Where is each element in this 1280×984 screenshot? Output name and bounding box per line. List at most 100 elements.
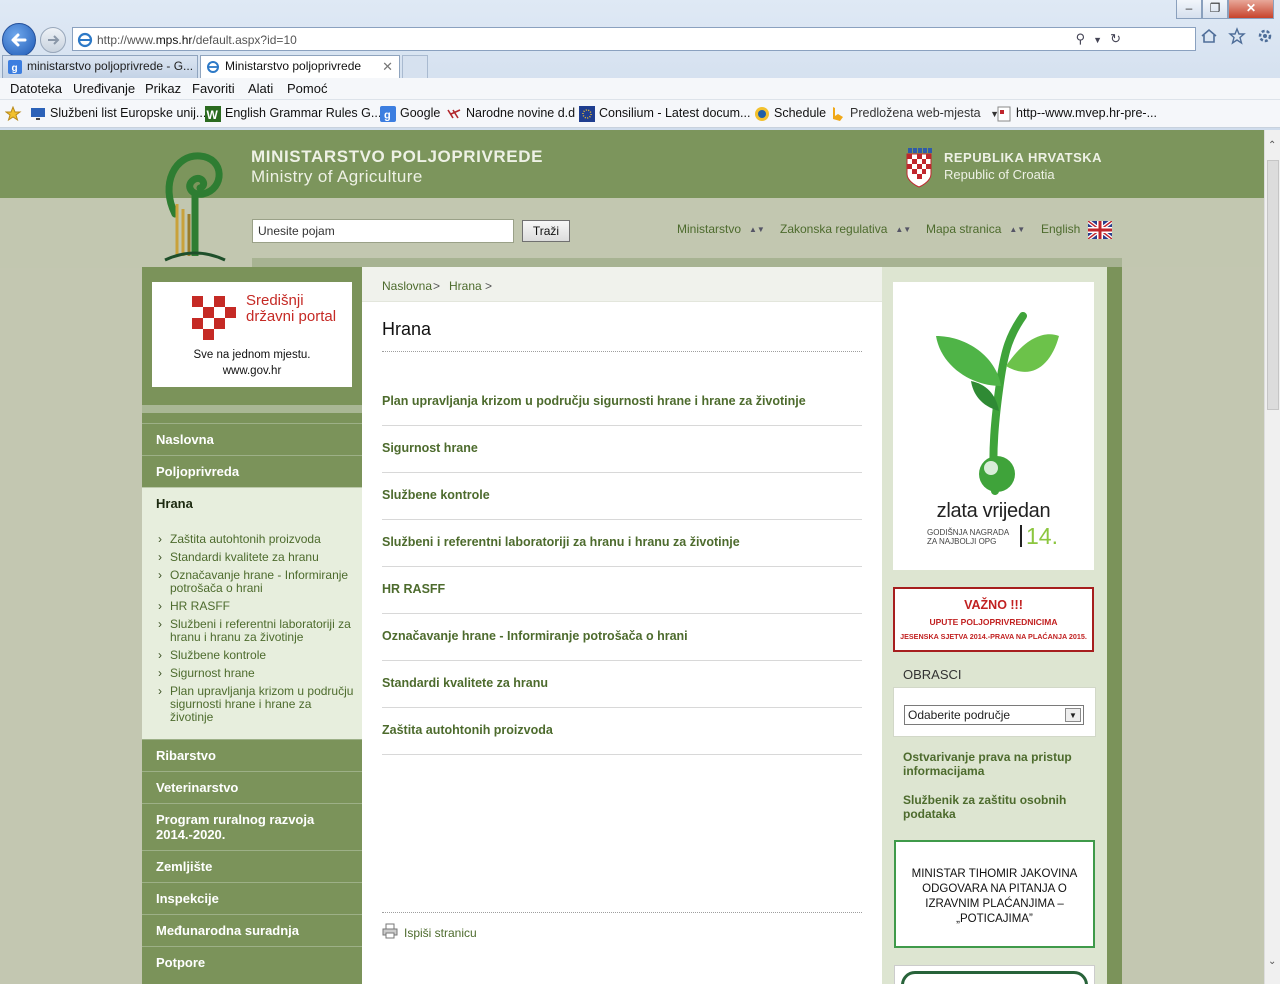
tab-google-search[interactable]: g ministarstvo poljoprivrede - G... (2, 55, 198, 78)
access-to-information-link[interactable]: Ostvarivanje prava na pristup informacij… (903, 750, 1093, 778)
search-icon[interactable]: ⚲ (1076, 31, 1086, 49)
award-banner[interactable]: zlata vrijedan GODIŠNJA NAGRADA ZA NAJBO… (893, 282, 1094, 570)
favorites-star-add-icon[interactable] (5, 106, 23, 122)
sidebar-divider (142, 405, 362, 413)
nn-logo-icon (447, 109, 461, 119)
fav-narodne-novine[interactable]: Narodne novine d.d (446, 106, 575, 120)
maximize-button[interactable]: ❐ (1202, 0, 1228, 19)
sprout-icon (936, 312, 1059, 495)
close-tab-icon[interactable]: ✕ (382, 56, 393, 77)
menu-edit[interactable]: Uređivanje (73, 81, 135, 96)
subnav-item[interactable]: Označavanje hrane - Informiranje potroša… (156, 569, 356, 595)
left-sidebar: Središnji državni portal Sve na jednom m… (142, 267, 362, 984)
subnav-item[interactable]: HR RASFF (156, 600, 356, 614)
subnav-item[interactable]: Zaštita autohtonih proizvoda (156, 533, 356, 547)
breadcrumb-current[interactable]: Hrana (449, 279, 482, 293)
fav-suggested-sites[interactable]: Predložena web-mjesta ▼ (830, 106, 999, 121)
vertical-scrollbar[interactable]: ⌃ ⌄ (1264, 130, 1280, 984)
site-search-input[interactable] (252, 219, 514, 243)
site-search-button[interactable]: Traži (522, 220, 570, 242)
uk-flag-icon[interactable] (1088, 221, 1112, 239)
scrollbar-thumb[interactable] (1267, 160, 1279, 410)
gear-icon[interactable] (1256, 27, 1274, 45)
article-link[interactable]: Službene kontrole (382, 473, 862, 520)
forms-area-select[interactable]: Odaberite područje ▼ (904, 705, 1084, 725)
partial-banner[interactable] (894, 965, 1095, 984)
chevron-down-icon: ▼ (1065, 708, 1081, 722)
sidebar-item-naslovna[interactable]: Naslovna (142, 423, 362, 455)
sidebar-item-medunarodna-suradnja[interactable]: Međunarodna suradnja (142, 914, 362, 946)
topnav-english[interactable]: English (1041, 222, 1080, 236)
partial-banner-frame (901, 971, 1088, 984)
article-link[interactable]: Plan upravljanja krizom u području sigur… (382, 379, 862, 426)
menu-tools[interactable]: Alati (248, 81, 273, 96)
minister-qa-banner[interactable]: MINISTAR TIHOMIR JAKOVINA ODGOVARA NA PI… (894, 840, 1095, 948)
close-window-button[interactable]: ✕ (1228, 0, 1274, 19)
menu-view[interactable]: Prikaz (145, 81, 181, 96)
tab-ministry-page[interactable]: Ministarstvo poljoprivrede ✕ (200, 55, 400, 78)
sidebar-item-potpore[interactable]: Potpore (142, 946, 362, 978)
refresh-icon[interactable]: ↻ (1110, 31, 1121, 49)
scroll-up-icon[interactable]: ⌃ (1268, 140, 1276, 151)
subnav-item[interactable]: Plan upravljanja krizom u području sigur… (156, 685, 356, 724)
fav-english-grammar[interactable]: W English Grammar Rules G... (205, 106, 381, 122)
article-link[interactable]: Označavanje hrane - Informiranje potroša… (382, 614, 862, 661)
sidebar-item-inspekcije[interactable]: Inspekcije (142, 882, 362, 914)
side-navigation: Naslovna Poljoprivreda Hrana Zaštita aut… (142, 423, 362, 978)
svg-text:W: W (207, 108, 219, 122)
fav-schedule[interactable]: Schedule (754, 106, 826, 121)
fav-eu-official-journal[interactable]: Službeni list Europske unij... (30, 106, 206, 120)
menu-favorites[interactable]: Favoriti (192, 81, 235, 96)
forward-button[interactable] (40, 27, 66, 53)
subnav-item[interactable]: Sigurnost hrane (156, 667, 356, 681)
menu-help[interactable]: Pomoć (287, 81, 327, 96)
subnav-item[interactable]: Službeni i referentni laboratoriji za hr… (156, 618, 356, 644)
w-logo-icon: W (205, 106, 221, 122)
favorites-star-icon[interactable] (1228, 27, 1246, 45)
dropdown-arrow-icon[interactable]: ▼ (1093, 31, 1102, 49)
sidebar-item-poljoprivreda[interactable]: Poljoprivreda (142, 455, 362, 487)
sidebar-item-hrana[interactable]: Hrana (142, 487, 362, 519)
minimize-button[interactable]: ‒ (1176, 0, 1202, 19)
google-icon: g (380, 106, 396, 122)
new-tab-button[interactable] (402, 55, 428, 78)
article-link[interactable]: Zaštita autohtonih proizvoda (382, 708, 862, 755)
menu-file[interactable]: Datoteka (10, 81, 62, 96)
article-link[interactable]: Sigurnost hrane (382, 426, 862, 473)
important-notice-banner[interactable]: VAŽNO !!! UPUTE POLJOPRIVREDNICIMA JESEN… (893, 587, 1094, 652)
sidebar-item-veterinarstvo[interactable]: Veterinarstvo (142, 771, 362, 803)
data-protection-officer-link[interactable]: Službenik za zaštitu osobnih podataka (903, 793, 1093, 821)
topnav-ministry[interactable]: Ministarstvo ▲▼ (677, 222, 765, 236)
fav-mvep[interactable]: http--www.mvep.hr-pre-... (996, 106, 1157, 122)
breadcrumb-separator: > (433, 279, 441, 293)
tab-label: Ministarstvo poljoprivrede (225, 59, 362, 73)
gov-portal-banner[interactable]: Središnji državni portal Sve na jednom m… (152, 282, 352, 387)
sidebar-item-ruralni-razvoj[interactable]: Program ruralnog razvoja 2014.-2020. (142, 803, 362, 850)
address-text[interactable]: http://www.mps.hr/default.aspx?id=10 (97, 33, 297, 47)
republic-title-english: Republic of Croatia (944, 167, 1055, 182)
address-bar[interactable]: http://www.mps.hr/default.aspx?id=10 ⚲ ▼… (72, 27, 1196, 51)
fav-google[interactable]: g Google (380, 106, 440, 122)
topnav-legislation[interactable]: Zakonska regulativa ▲▼ (780, 222, 911, 236)
article-link[interactable]: Standardi kvalitete za hranu (382, 661, 862, 708)
subnav-item[interactable]: Službene kontrole (156, 649, 356, 663)
page-viewport: MINISTARSTVO POLJOPRIVREDE Ministry of A… (0, 130, 1264, 984)
browser-chrome: ‒ ❐ ✕ http://www.mps.hr/default.aspx?id=… (0, 0, 1280, 130)
sidebar-item-zemljiste[interactable]: Zemljište (142, 850, 362, 882)
fav-consilium[interactable]: Consilium - Latest docum... (579, 106, 750, 122)
topnav-sitemap[interactable]: Mapa stranica ▲▼ (926, 222, 1025, 236)
back-button[interactable] (2, 23, 36, 57)
breadcrumb-home[interactable]: Naslovna (382, 279, 432, 293)
print-page-link[interactable]: Ispiši stranicu (404, 926, 477, 940)
article-link[interactable]: Službeni i referentni laboratoriji za hr… (382, 520, 862, 567)
subnav-item[interactable]: Standardi kvalitete za hranu (156, 551, 356, 565)
sidebar-item-ribarstvo[interactable]: Ribarstvo (142, 739, 362, 771)
scroll-down-icon[interactable]: ⌄ (1268, 956, 1276, 967)
gov-portal-title: Središnji državni portal (246, 292, 337, 325)
updown-caret-icon: ▲▼ (895, 225, 912, 235)
printer-icon[interactable] (382, 923, 398, 939)
menu-bar: Datoteka Uređivanje Prikaz Favoriti Alat… (0, 78, 1280, 100)
article-link[interactable]: HR RASFF (382, 567, 862, 614)
ministry-logo[interactable] (155, 144, 235, 264)
home-icon[interactable] (1200, 27, 1218, 45)
